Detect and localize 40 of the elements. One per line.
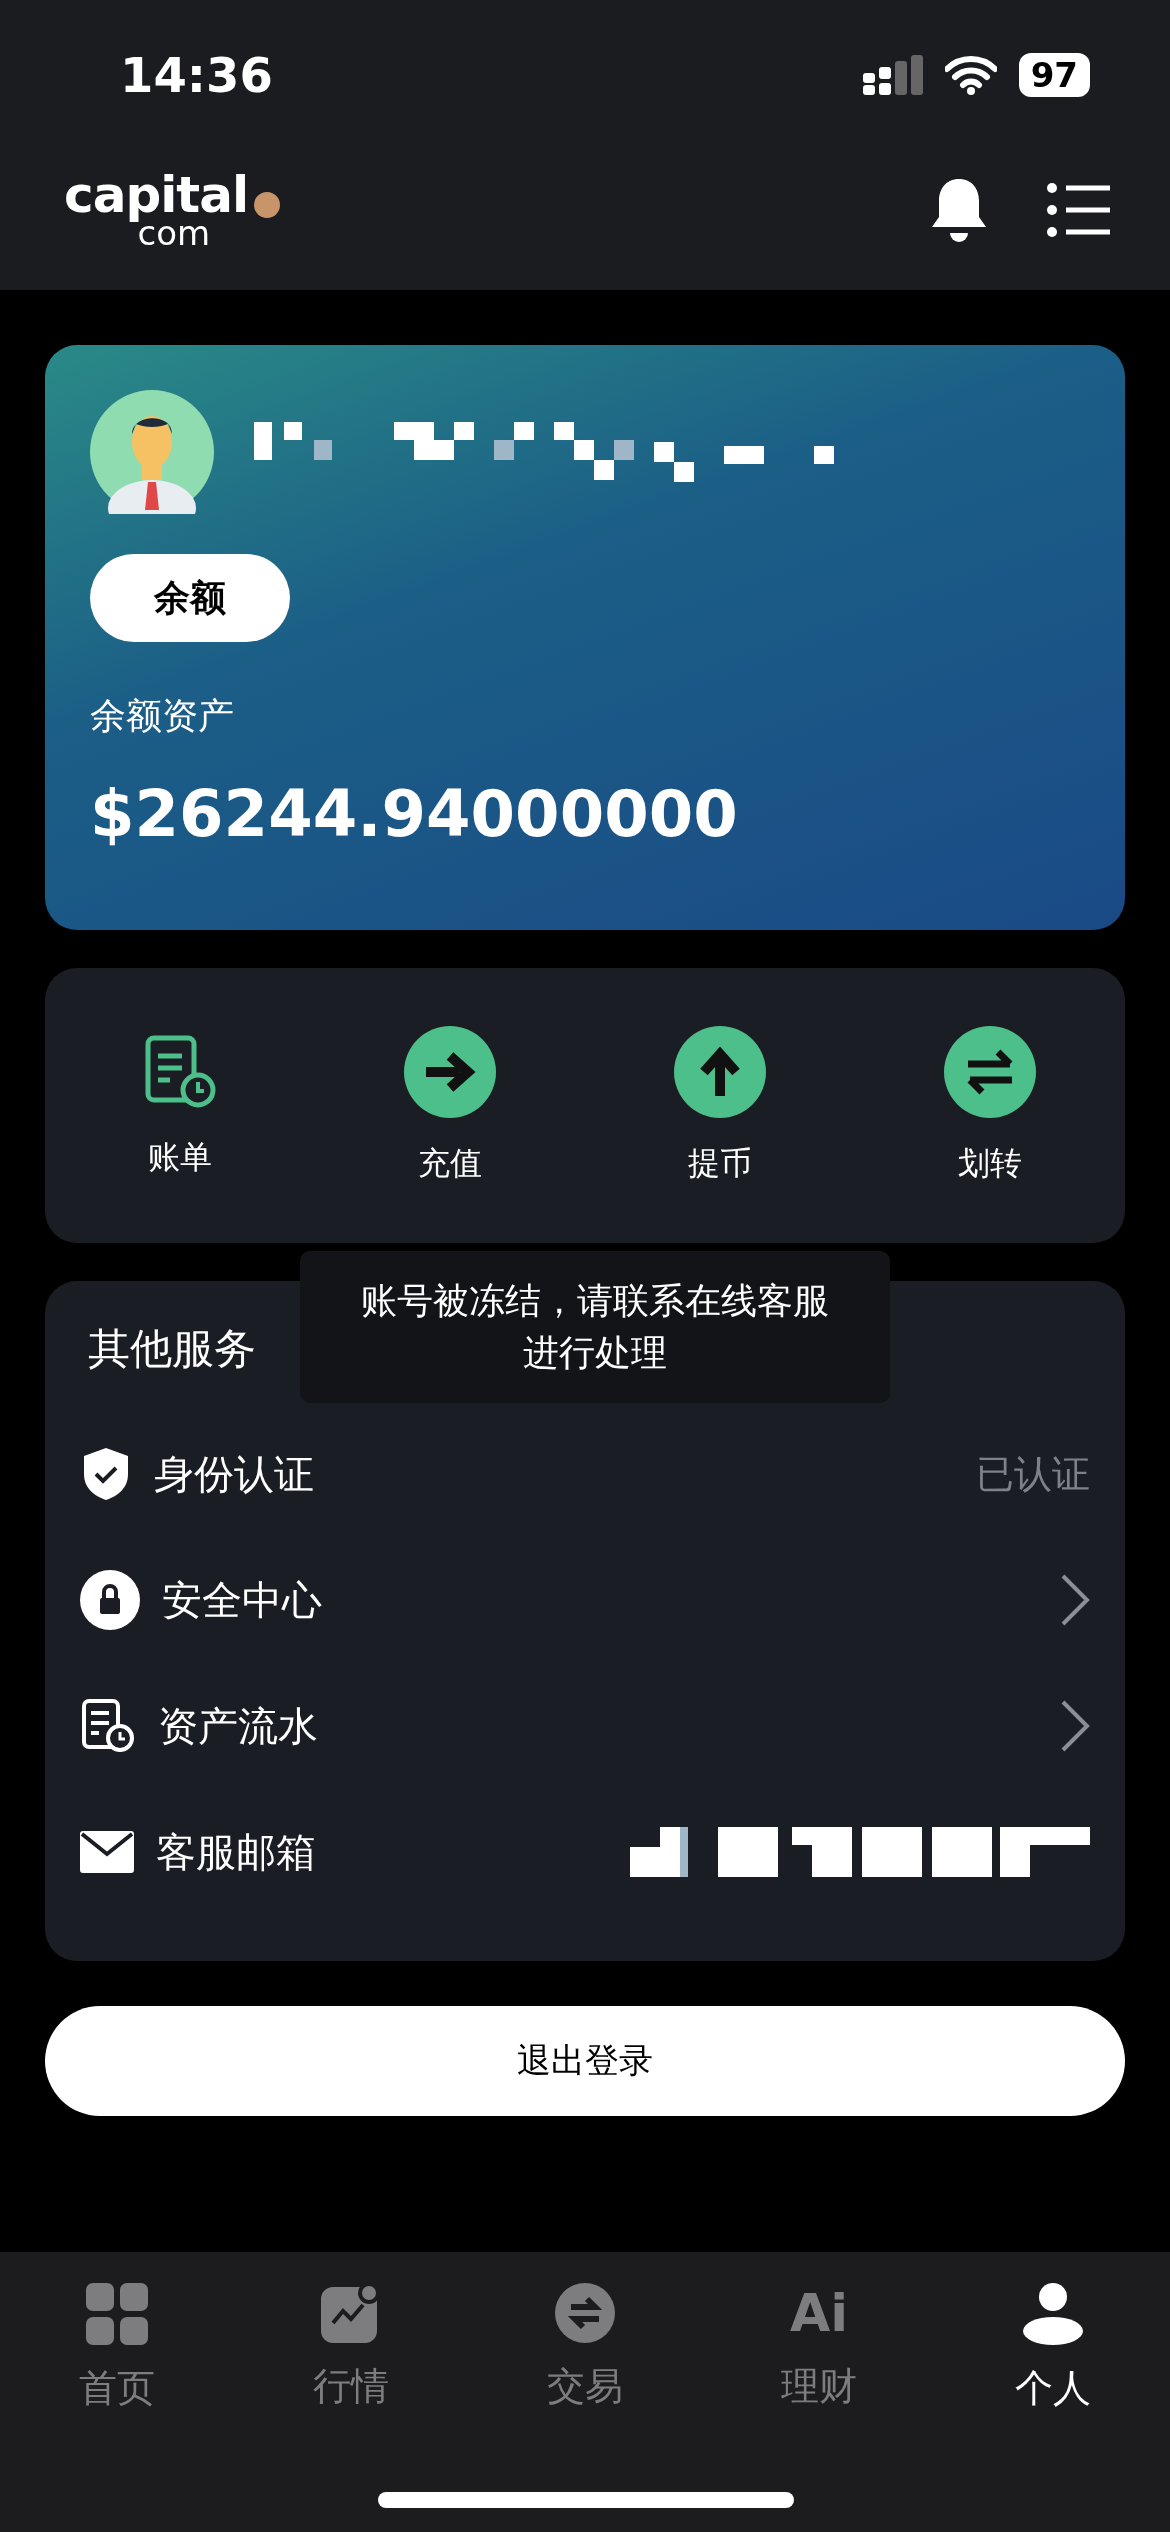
signal-icon bbox=[862, 55, 923, 95]
grid-icon bbox=[86, 2283, 148, 2345]
service-item[interactable]: 身份认证 bbox=[154, 1446, 954, 1502]
swap-icon bbox=[555, 2283, 615, 2343]
arrow-up-icon bbox=[674, 1025, 766, 1118]
logo-wordmark: capital bbox=[64, 170, 249, 220]
lock-icon bbox=[80, 1570, 140, 1630]
action-button[interactable]: 账单 bbox=[45, 1030, 315, 1181]
balance-amount: $26244.94000000 bbox=[90, 777, 739, 851]
section-title: 其他服务 bbox=[88, 1323, 256, 1375]
wifi-icon bbox=[944, 55, 997, 95]
arrow-right-icon bbox=[404, 1025, 496, 1118]
bell-icon[interactable] bbox=[930, 177, 988, 243]
battery-level: 97 bbox=[1018, 53, 1090, 97]
action-button[interactable]: 提币 bbox=[585, 1024, 855, 1187]
toast-message: 账号被冻结，请联系在线客服进行处理 bbox=[300, 1251, 890, 1404]
menu-icon[interactable] bbox=[1046, 182, 1110, 238]
service-item[interactable]: 资产流水 bbox=[158, 1698, 1038, 1754]
logo-dot bbox=[254, 192, 281, 218]
swap-icon bbox=[944, 1025, 1036, 1118]
tab-item[interactable]: 首页 bbox=[0, 2282, 234, 2415]
mail-icon bbox=[80, 1831, 134, 1873]
logout-button[interactable]: 退出登录 bbox=[45, 2006, 1125, 2116]
tab-item[interactable]: Ai 理财 bbox=[702, 2282, 936, 2415]
ledger-icon bbox=[80, 1698, 136, 1754]
chevron-right-icon[interactable] bbox=[1060, 1699, 1090, 1753]
service-item[interactable]: 客服邮箱 bbox=[156, 1824, 608, 1880]
service-item[interactable]: 安全中心 bbox=[162, 1572, 1038, 1628]
person-icon bbox=[1023, 2283, 1083, 2345]
action-button[interactable]: 划转 bbox=[855, 1024, 1125, 1187]
tab-item[interactable]: 交易 bbox=[468, 2282, 702, 2415]
status-text: 已认证 bbox=[976, 1450, 1090, 1498]
balance-tab[interactable]: 余额 bbox=[90, 554, 290, 642]
status-time: 14:36 bbox=[120, 47, 273, 103]
tab-item[interactable]: 行情 bbox=[234, 2282, 468, 2415]
action-button[interactable]: 充值 bbox=[315, 1024, 585, 1187]
balance-label: 余额资产 bbox=[90, 694, 235, 738]
chevron-right-icon[interactable] bbox=[1060, 1573, 1090, 1627]
ai-icon: Ai bbox=[789, 2283, 849, 2343]
tab-item[interactable]: 个人 bbox=[936, 2282, 1170, 2415]
